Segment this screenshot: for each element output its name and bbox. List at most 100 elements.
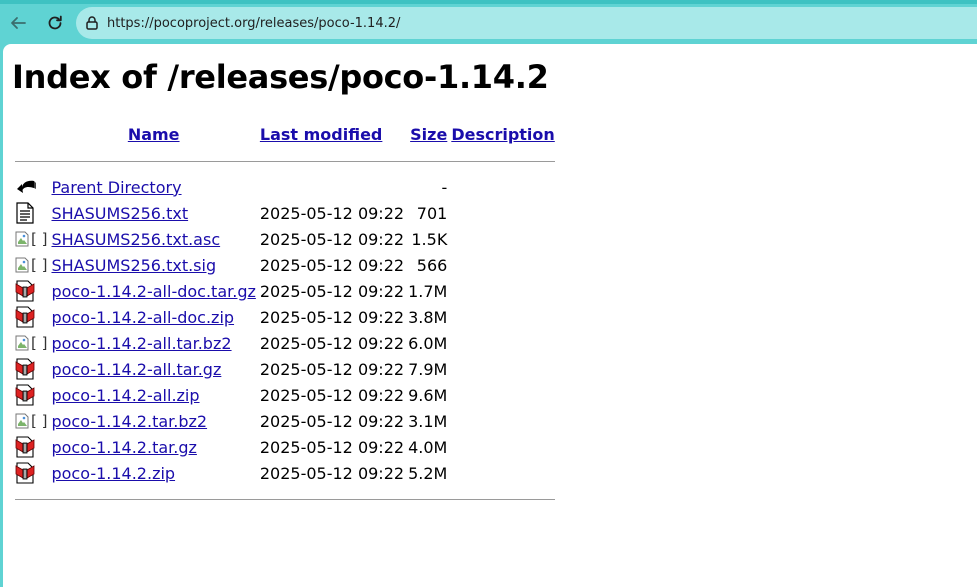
- broken-image-icon: [ ]: [15, 409, 47, 433]
- browser-toolbar: https://pocoproject.org/releases/poco-1.…: [0, 0, 977, 44]
- description-header: Description: [450, 121, 555, 147]
- file-link[interactable]: SHASUMS256.txt.sig: [51, 256, 216, 275]
- size-cell: -: [441, 177, 448, 197]
- table-row: poco-1.14.2.zip 2025-05-12 09:22 5.2M: [14, 461, 556, 485]
- parent-directory-link[interactable]: Parent Directory: [51, 178, 181, 197]
- row-icon-cell: [ ]: [14, 409, 48, 433]
- last-modified-cell: 2025-05-12 09:22: [259, 411, 405, 431]
- page-content: Index of /releases/poco-1.14.2 Name Last…: [3, 44, 977, 587]
- name-cell: Parent Directory: [50, 175, 256, 199]
- size-cell: 3.1M: [408, 411, 448, 431]
- name-cell: poco-1.14.2-all.tar.gz: [50, 357, 256, 381]
- description-cell: [450, 461, 555, 485]
- size-cell: 9.6M: [408, 385, 448, 405]
- compressed-file-icon: [15, 435, 47, 459]
- last-modified-cell: 2025-05-12 09:22: [259, 255, 405, 275]
- horizontal-rule: [15, 160, 555, 162]
- name-cell: SHASUMS256.txt.asc: [50, 227, 256, 251]
- last-modified-cell: [259, 175, 405, 199]
- description-cell: [450, 357, 555, 381]
- file-link[interactable]: poco-1.14.2-all.tar.bz2: [51, 334, 231, 353]
- broken-image-icon: [ ]: [15, 253, 47, 277]
- name-cell: poco-1.14.2.tar.bz2: [50, 409, 256, 433]
- description-cell: [450, 175, 555, 199]
- url-text[interactable]: https://pocoproject.org/releases/poco-1.…: [107, 16, 400, 31]
- sort-by-description-link[interactable]: Description: [451, 125, 554, 144]
- name-header: Name: [50, 121, 256, 147]
- header-row: Name Last modified Size Description: [14, 121, 556, 147]
- description-cell: [450, 331, 555, 355]
- size-cell: 4.0M: [408, 437, 448, 457]
- row-icon-cell: [14, 175, 48, 199]
- row-icon-cell: [14, 357, 48, 381]
- last-modified-header: Last modified: [259, 121, 405, 147]
- last-modified-cell: 2025-05-12 09:22: [259, 307, 405, 327]
- file-link[interactable]: poco-1.14.2-all-doc.zip: [51, 308, 234, 327]
- size-cell: 701: [416, 203, 448, 223]
- table-row: SHASUMS256.txt 2025-05-12 09:22 701: [14, 201, 556, 225]
- row-icon-cell: [14, 435, 48, 459]
- compressed-file-icon: [15, 383, 47, 407]
- table-row: [ ] poco-1.14.2.tar.bz2 2025-05-12 09:22 3.…: [14, 409, 556, 433]
- file-link[interactable]: SHASUMS256.txt.asc: [51, 230, 220, 249]
- table-row: poco-1.14.2-all-doc.zip 2025-05-12 09:22 3…: [14, 305, 556, 329]
- arrow-left-icon: [11, 17, 26, 29]
- name-cell: poco-1.14.2.tar.gz: [50, 435, 256, 459]
- sort-by-name-link[interactable]: Name: [128, 125, 180, 144]
- broken-image-icon: [ ]: [15, 227, 47, 251]
- table-row: poco-1.14.2-all.tar.gz 2025-05-12 09:22 7.…: [14, 357, 556, 381]
- directory-listing: Name Last modified Size Description Pare…: [12, 119, 558, 513]
- compressed-file-icon: [15, 357, 47, 381]
- row-icon-cell: [ ]: [14, 331, 48, 355]
- size-cell: 6.0M: [408, 333, 448, 353]
- row-icon-cell: [14, 279, 48, 303]
- description-cell: [450, 383, 555, 407]
- file-link[interactable]: poco-1.14.2.tar.gz: [51, 438, 196, 457]
- file-link[interactable]: SHASUMS256.txt: [51, 204, 188, 223]
- last-modified-cell: 2025-05-12 09:22: [259, 229, 405, 249]
- file-link[interactable]: poco-1.14.2.zip: [51, 464, 175, 483]
- separator-row: [14, 149, 556, 173]
- description-cell: [450, 227, 555, 251]
- row-icon-cell: [ ]: [14, 253, 48, 277]
- toolbar-accent-line: [0, 0, 977, 4]
- text-file-icon: [15, 201, 47, 225]
- file-link[interactable]: poco-1.14.2-all-doc.tar.gz: [51, 282, 255, 301]
- separator-row: [14, 487, 556, 511]
- last-modified-cell: 2025-05-12 09:22: [259, 463, 405, 483]
- last-modified-cell: 2025-05-12 09:22: [259, 359, 405, 379]
- sort-by-size-link[interactable]: Size: [410, 125, 447, 144]
- size-header: Size: [407, 121, 448, 147]
- table-row: poco-1.14.2.tar.gz 2025-05-12 09:22 4.0M: [14, 435, 556, 459]
- name-cell: poco-1.14.2-all.zip: [50, 383, 256, 407]
- name-cell: poco-1.14.2-all-doc.tar.gz: [50, 279, 256, 303]
- last-modified-cell: 2025-05-12 09:22: [259, 281, 405, 301]
- last-modified-cell: 2025-05-12 09:22: [259, 385, 405, 405]
- description-cell: [450, 279, 555, 303]
- name-cell: poco-1.14.2-all-doc.zip: [50, 305, 256, 329]
- size-cell: 3.8M: [408, 307, 448, 327]
- sort-by-modified-link[interactable]: Last modified: [260, 125, 383, 144]
- address-bar[interactable]: https://pocoproject.org/releases/poco-1.…: [76, 7, 977, 39]
- site-info-icon[interactable]: [84, 15, 100, 31]
- compressed-file-icon: [15, 305, 47, 329]
- row-icon-cell: [14, 201, 48, 225]
- back-button[interactable]: [4, 9, 32, 37]
- broken-image-icon: [ ]: [15, 331, 47, 355]
- description-cell: [450, 305, 555, 329]
- table-row: poco-1.14.2-all.zip 2025-05-12 09:22 9.6M: [14, 383, 556, 407]
- name-cell: poco-1.14.2-all.tar.bz2: [50, 331, 256, 355]
- size-cell: 566: [416, 255, 448, 275]
- file-link[interactable]: poco-1.14.2.tar.bz2: [51, 412, 207, 431]
- table-row: [ ] SHASUMS256.txt.asc 2025-05-12 09:22 1.5…: [14, 227, 556, 251]
- last-modified-cell: 2025-05-12 09:22: [259, 437, 405, 457]
- description-cell: [450, 409, 555, 433]
- reload-button[interactable]: [41, 9, 69, 37]
- last-modified-cell: 2025-05-12 09:22: [259, 333, 405, 353]
- name-cell: SHASUMS256.txt: [50, 201, 256, 225]
- parent-directory-row: Parent Directory -: [14, 175, 556, 199]
- file-link[interactable]: poco-1.14.2-all.tar.gz: [51, 360, 221, 379]
- file-link[interactable]: poco-1.14.2-all.zip: [51, 386, 199, 405]
- name-cell: SHASUMS256.txt.sig: [50, 253, 256, 277]
- page-title: Index of /releases/poco-1.14.2: [12, 58, 549, 96]
